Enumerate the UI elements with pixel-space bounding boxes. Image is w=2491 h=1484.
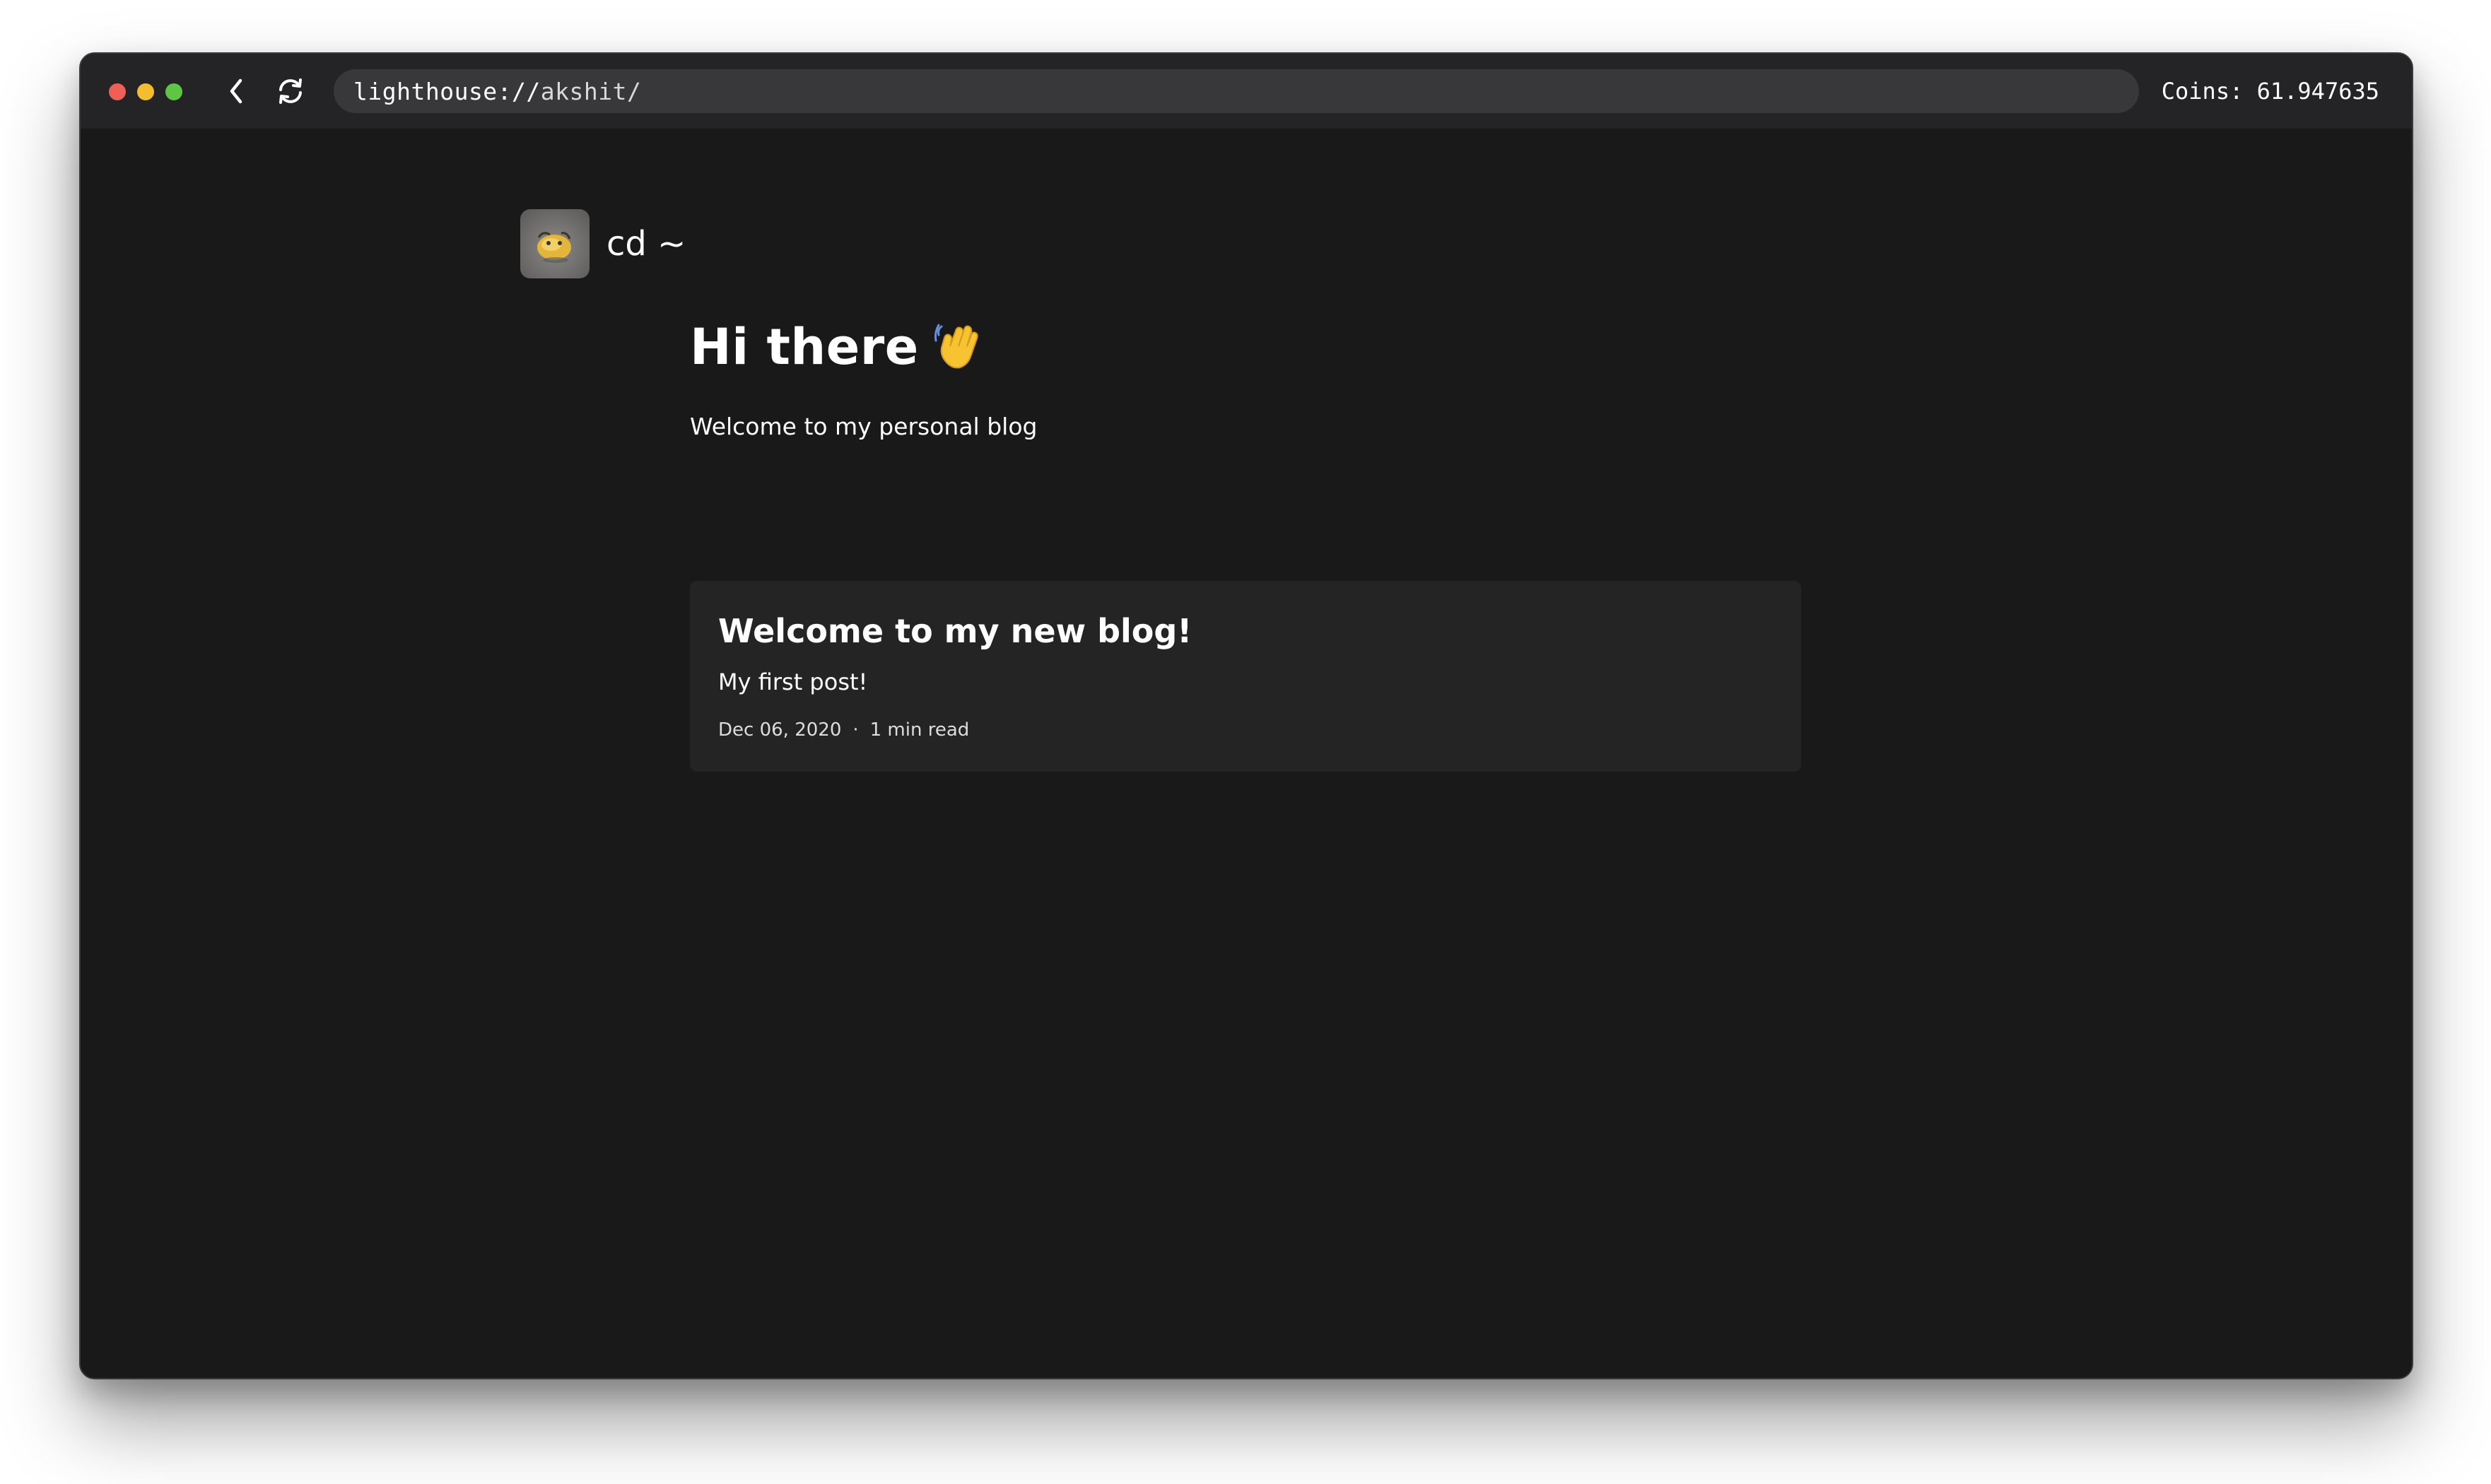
maximize-window-button[interactable] (165, 83, 182, 100)
waving-hand-icon (934, 324, 978, 369)
coins-counter: Coins: 61.947635 (2161, 78, 2379, 105)
url-scheme: lighthouse:// (353, 77, 541, 105)
post-date: Dec 06, 2020 (718, 719, 842, 741)
post-meta: Dec 06, 2020 · 1 min read (718, 719, 1773, 741)
minimize-window-button[interactable] (137, 83, 154, 100)
site-title[interactable]: cd ~ (606, 224, 686, 264)
avatar-image (537, 232, 571, 263)
reload-icon (279, 78, 302, 104)
hero-subtitle: Welcome to my personal blog (690, 413, 1038, 440)
page-content: cd ~ Hi there Welcome to my personal blo… (81, 129, 2412, 1378)
browser-window: lighthouse://akshit/ Coins: 61.947635 cd… (79, 52, 2413, 1379)
post-meta-separator: · (852, 719, 859, 741)
url-path: akshit/ (540, 77, 642, 105)
hero-heading: Hi there (690, 318, 980, 376)
reload-button[interactable] (271, 72, 310, 110)
chevron-left-icon (230, 78, 242, 104)
post-description: My first post! (718, 669, 868, 695)
post-title[interactable]: Welcome to my new blog! (718, 612, 1773, 650)
browser-titlebar: lighthouse://akshit/ Coins: 61.947635 (81, 54, 2412, 129)
post-read-time: 1 min read (869, 719, 970, 741)
back-button[interactable] (218, 72, 256, 110)
site-header[interactable]: cd ~ (520, 209, 686, 278)
hero-heading-text: Hi there (690, 318, 919, 376)
close-window-button[interactable] (109, 83, 126, 100)
post-card[interactable]: Welcome to my new blog! My first post! D… (690, 581, 1801, 772)
avatar[interactable] (520, 209, 590, 278)
address-bar[interactable]: lighthouse://akshit/ (334, 69, 2139, 113)
